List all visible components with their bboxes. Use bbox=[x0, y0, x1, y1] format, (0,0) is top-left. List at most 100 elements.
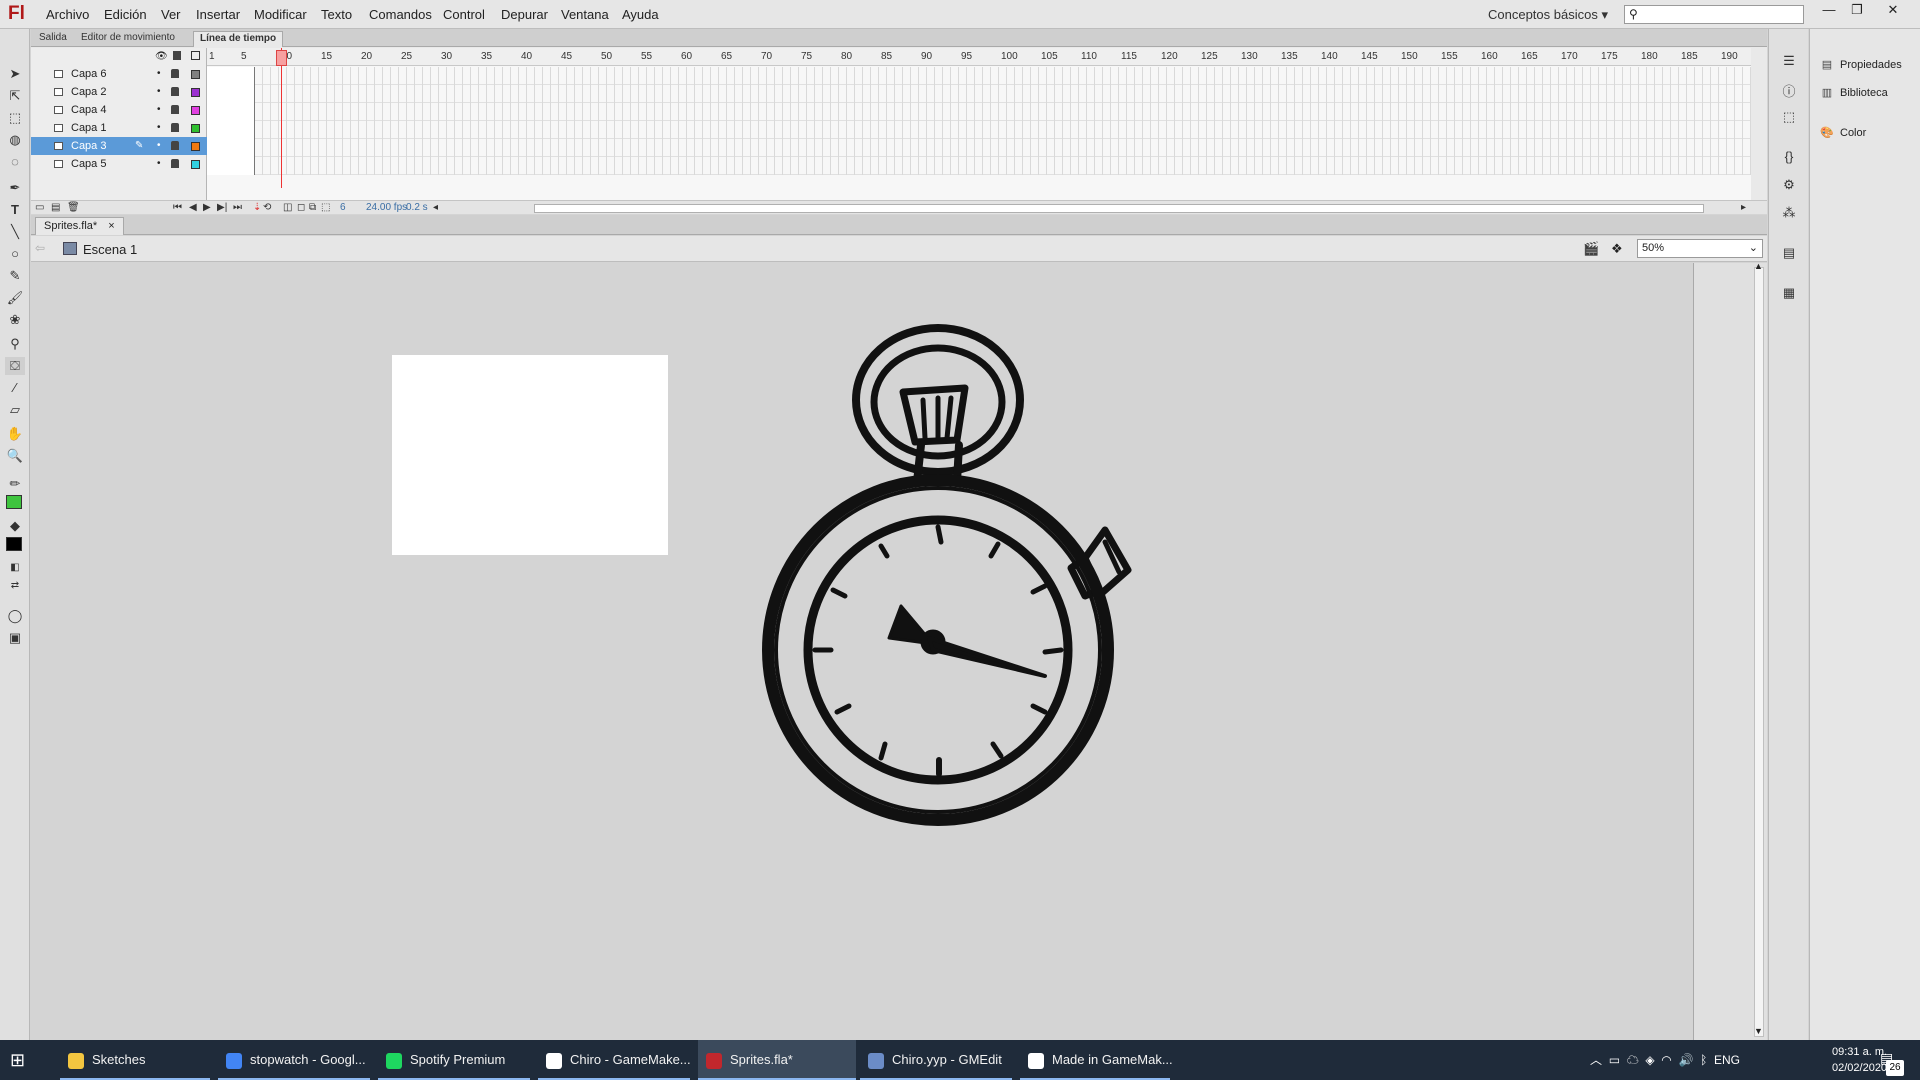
wifi-icon[interactable]: ◠ bbox=[1661, 1053, 1671, 1067]
deco-tool-icon[interactable]: ❀ bbox=[5, 311, 25, 329]
fps-readout[interactable]: 24.00 fps bbox=[366, 202, 407, 213]
close-document-icon[interactable]: × bbox=[108, 220, 114, 232]
vertical-scrollbar[interactable] bbox=[1754, 267, 1764, 1037]
layer-color-swatch[interactable] bbox=[191, 142, 200, 151]
menu-insertar[interactable]: Insertar bbox=[196, 7, 240, 22]
go-first-frame-icon[interactable]: ⏮ bbox=[173, 202, 182, 213]
edit-scene-icon[interactable]: 🎬 bbox=[1583, 241, 1599, 257]
menu-comandos[interactable]: Comandos bbox=[369, 7, 432, 22]
workspace-switcher[interactable]: Conceptos básicos ▾ bbox=[1488, 7, 1608, 23]
edit-multiple-frames-icon[interactable]: ⧉ bbox=[309, 202, 316, 213]
menu-archivo[interactable]: Archivo bbox=[46, 7, 89, 22]
layer-row[interactable]: Capa 3 ✎ • bbox=[31, 137, 207, 155]
layer-name[interactable]: Capa 6 bbox=[71, 65, 106, 83]
center-frame-icon[interactable]: ⇣ bbox=[253, 202, 261, 213]
hand-tool-icon[interactable]: ✋ bbox=[5, 425, 25, 443]
menu-ayuda[interactable]: Ayuda bbox=[622, 7, 659, 22]
menu-modificar[interactable]: Modificar bbox=[254, 7, 307, 22]
layer-color-swatch[interactable] bbox=[191, 70, 200, 79]
fill-color-swatch[interactable] bbox=[6, 537, 22, 551]
frame-area[interactable]: 1510152025303540455055606570758085909510… bbox=[207, 48, 1751, 200]
lock-icon[interactable] bbox=[171, 141, 179, 150]
selection-tool-icon[interactable]: ➤ bbox=[5, 65, 25, 83]
tab-linea-tiempo[interactable]: Línea de tiempo bbox=[193, 31, 284, 47]
go-last-frame-icon[interactable]: ⏭ bbox=[233, 202, 242, 213]
menu-depurar[interactable]: Depurar bbox=[501, 7, 548, 22]
taskbar-app[interactable]: Made in GameMak... bbox=[1020, 1040, 1173, 1080]
code-snippets-icon[interactable]: {} bbox=[1780, 149, 1798, 165]
scene-label[interactable]: Escena 1 bbox=[83, 242, 137, 257]
zoom-tool-icon[interactable]: 🔍 bbox=[5, 447, 25, 465]
taskbar-app[interactable]: Sprites.fla* bbox=[698, 1040, 856, 1080]
eyedropper-tool-icon[interactable]: ⁄ bbox=[5, 379, 25, 397]
layer-row[interactable]: Capa 6 • bbox=[31, 65, 207, 83]
lock-icon[interactable] bbox=[171, 105, 179, 114]
new-layer-icon[interactable]: ▭ bbox=[35, 202, 44, 213]
onion-outline-icon[interactable]: ◻ bbox=[297, 202, 305, 213]
scroll-up-icon[interactable]: ▲ bbox=[1754, 261, 1763, 271]
taskbar-app[interactable]: Spotify Premium bbox=[378, 1040, 530, 1080]
step-forward-icon[interactable]: ▶| bbox=[217, 202, 227, 213]
lock-icon[interactable] bbox=[171, 159, 179, 168]
black-white-icon[interactable]: ◧ bbox=[5, 559, 25, 577]
menu-ver[interactable]: Ver bbox=[161, 7, 181, 22]
layer-row[interactable]: Capa 4 • bbox=[31, 101, 207, 119]
edit-symbols-icon[interactable]: ❖ bbox=[1611, 241, 1623, 257]
close-button[interactable]: ✕ bbox=[1880, 2, 1906, 18]
3d-rotation-tool-icon[interactable]: ◍ bbox=[5, 131, 25, 149]
step-back-icon[interactable]: ◀ bbox=[189, 202, 197, 213]
volume-icon[interactable]: 🔊 bbox=[1678, 1053, 1693, 1067]
battery-icon[interactable]: ▭ bbox=[1609, 1053, 1620, 1067]
back-arrow-icon[interactable]: ⇦ bbox=[35, 241, 45, 255]
document-tab[interactable]: Sprites.fla* × bbox=[35, 217, 124, 235]
layer-color-swatch[interactable] bbox=[191, 124, 200, 133]
show-hide-all-icon[interactable]: 👁 bbox=[155, 51, 168, 62]
playhead-handle[interactable] bbox=[276, 50, 287, 66]
modify-markers-icon[interactable]: ⬚ bbox=[321, 202, 330, 213]
motion-presets-icon[interactable]: ⁂ bbox=[1780, 205, 1798, 221]
loop-icon[interactable]: ⟲ bbox=[263, 202, 271, 213]
properties-panel-button[interactable]: ▤ Propiedades bbox=[1820, 55, 1902, 75]
layer-row[interactable]: Capa 2 • bbox=[31, 83, 207, 101]
layer-name[interactable]: Capa 1 bbox=[71, 119, 106, 137]
layer-name[interactable]: Capa 3 bbox=[71, 137, 106, 155]
visibility-dot[interactable]: • bbox=[157, 119, 161, 137]
stroke-color-swatch[interactable] bbox=[6, 495, 22, 509]
taskbar-app[interactable]: Sketches bbox=[60, 1040, 210, 1080]
pencil-tool-icon[interactable]: ✎ bbox=[5, 267, 25, 285]
restore-button[interactable]: ❐ bbox=[1844, 2, 1870, 18]
visibility-dot[interactable]: • bbox=[157, 101, 161, 119]
layer-color-swatch[interactable] bbox=[191, 106, 200, 115]
outline-all-icon[interactable] bbox=[191, 51, 200, 60]
lock-all-icon[interactable] bbox=[173, 51, 181, 60]
stage-canvas[interactable] bbox=[392, 355, 668, 555]
minimize-button[interactable]: — bbox=[1816, 2, 1842, 18]
align-panel-icon[interactable]: ☰ bbox=[1780, 53, 1798, 69]
info-panel-icon[interactable]: ⓘ bbox=[1780, 81, 1798, 99]
history-panel-icon[interactable]: ▤ bbox=[1780, 245, 1798, 261]
line-tool-icon[interactable]: ╲ bbox=[5, 223, 25, 241]
taskbar-app[interactable]: stopwatch - Googl... bbox=[218, 1040, 370, 1080]
fill-color-icon[interactable]: ◆ bbox=[5, 517, 25, 535]
clock[interactable]: 09:31 a. m. 02/02/2020 bbox=[1832, 1044, 1887, 1076]
timeline-scrollbar[interactable] bbox=[534, 204, 1704, 213]
search-input[interactable]: ⚲ bbox=[1624, 5, 1804, 24]
keyframes-block[interactable] bbox=[207, 67, 255, 175]
language-indicator[interactable]: ENG bbox=[1714, 1053, 1740, 1067]
layer-color-swatch[interactable] bbox=[191, 88, 200, 97]
oval-tool-icon[interactable]: ○ bbox=[5, 245, 25, 263]
lock-icon[interactable] bbox=[171, 123, 179, 132]
library-panel-button[interactable]: ▥ Biblioteca bbox=[1820, 83, 1888, 103]
show-hidden-icons-icon[interactable]: ︿ bbox=[1590, 1053, 1602, 1067]
swap-colors-icon[interactable]: ⇄ bbox=[5, 577, 25, 595]
object-drawing-icon[interactable]: ◯ bbox=[5, 607, 25, 625]
playhead[interactable] bbox=[281, 48, 282, 188]
menu-edicion[interactable]: Edición bbox=[104, 7, 147, 22]
tab-editor-movimiento[interactable]: Editor de movimiento bbox=[75, 31, 181, 47]
menu-control[interactable]: Control bbox=[443, 7, 485, 22]
visibility-dot[interactable]: • bbox=[157, 83, 161, 101]
scroll-down-icon[interactable]: ▼ bbox=[1754, 1026, 1763, 1036]
text-tool-icon[interactable]: T bbox=[5, 201, 25, 219]
layer-row[interactable]: Capa 1 • bbox=[31, 119, 207, 137]
layer-name[interactable]: Capa 5 bbox=[71, 155, 106, 173]
